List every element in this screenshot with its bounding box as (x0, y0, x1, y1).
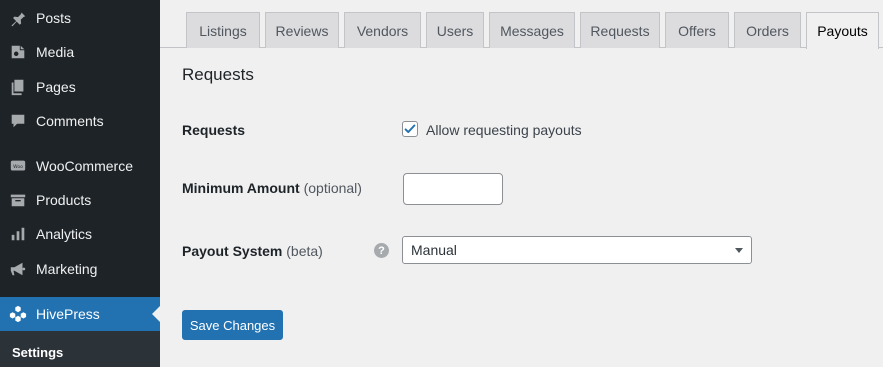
sidebar-item-label: Comments (36, 113, 104, 129)
save-changes-button[interactable]: Save Changes (182, 310, 283, 340)
sidebar-item-marketing[interactable]: Marketing (0, 252, 160, 286)
sidebar-item-pages[interactable]: Pages (0, 70, 160, 104)
sidebar-item-media[interactable]: Media (0, 35, 160, 69)
submenu-item-settings[interactable]: Settings (12, 345, 63, 360)
sidebar-item-label: Pages (36, 79, 76, 95)
sidebar-item-woocommerce[interactable]: Woo WooCommerce (0, 149, 160, 183)
tab-offers[interactable]: Offers (665, 12, 729, 48)
tab-vendors[interactable]: Vendors (344, 12, 421, 48)
tab-orders[interactable]: Orders (734, 12, 801, 48)
woocommerce-icon: Woo (0, 157, 36, 175)
payout-system-label: Payout System (beta) (182, 243, 323, 259)
svg-text:Woo: Woo (13, 164, 23, 170)
checkmark-icon (404, 124, 416, 134)
admin-sidebar: Posts Media Pages Comments Woo WooCommer… (0, 0, 160, 367)
requests-label: Requests (182, 122, 245, 138)
tab-users[interactable]: Users (426, 12, 484, 48)
sidebar-item-label: Analytics (36, 226, 93, 242)
section-title: Requests (182, 65, 254, 84)
beta-note: (beta) (286, 243, 323, 259)
sidebar-item-label: Posts (36, 10, 72, 26)
minimum-amount-label: Minimum Amount (optional) (182, 180, 362, 196)
payout-system-selected: Manual (411, 242, 457, 258)
archive-icon (0, 191, 36, 209)
active-indicator (152, 306, 160, 322)
tab-requests[interactable]: Requests (580, 12, 660, 48)
megaphone-icon (0, 260, 36, 278)
sidebar-item-label: Media (36, 44, 75, 60)
tab-payouts[interactable]: Payouts (806, 12, 879, 49)
settings-tabs: Listings Reviews Vendors Users Messages … (160, 0, 883, 49)
allow-requests-checkbox[interactable] (402, 121, 418, 137)
tab-reviews[interactable]: Reviews (265, 12, 339, 48)
hivepress-icon (0, 305, 36, 323)
comment-icon (0, 112, 36, 130)
sidebar-item-comments[interactable]: Comments (0, 104, 160, 138)
sidebar-item-analytics[interactable]: Analytics (0, 217, 160, 251)
payout-system-label-text: Payout System (182, 243, 283, 259)
sidebar-item-label: HivePress (36, 306, 100, 322)
allow-requests-label[interactable]: Allow requesting payouts (426, 122, 582, 138)
tab-listings[interactable]: Listings (186, 12, 260, 48)
pages-icon (0, 78, 36, 96)
minimum-amount-input[interactable] (403, 173, 503, 205)
tab-messages[interactable]: Messages (489, 12, 575, 48)
sidebar-item-label: Marketing (36, 261, 98, 277)
dropdown-arrow-icon (735, 248, 743, 253)
bar-chart-icon (0, 225, 36, 243)
optional-note: (optional) (303, 180, 362, 196)
sidebar-item-label: Products (36, 192, 92, 208)
pushpin-icon (0, 9, 36, 27)
sidebar-submenu: Settings (0, 331, 160, 367)
sidebar-item-products[interactable]: Products (0, 183, 160, 217)
payout-system-select[interactable]: Manual (402, 236, 752, 264)
minimum-amount-label-text: Minimum Amount (182, 180, 300, 196)
media-icon (0, 43, 36, 61)
requests-label-text: Requests (182, 122, 246, 138)
sidebar-item-posts[interactable]: Posts (0, 1, 160, 35)
help-icon[interactable]: ? (374, 243, 389, 258)
sidebar-item-hivepress[interactable]: HivePress (0, 297, 160, 331)
sidebar-item-label: WooCommerce (36, 158, 133, 174)
